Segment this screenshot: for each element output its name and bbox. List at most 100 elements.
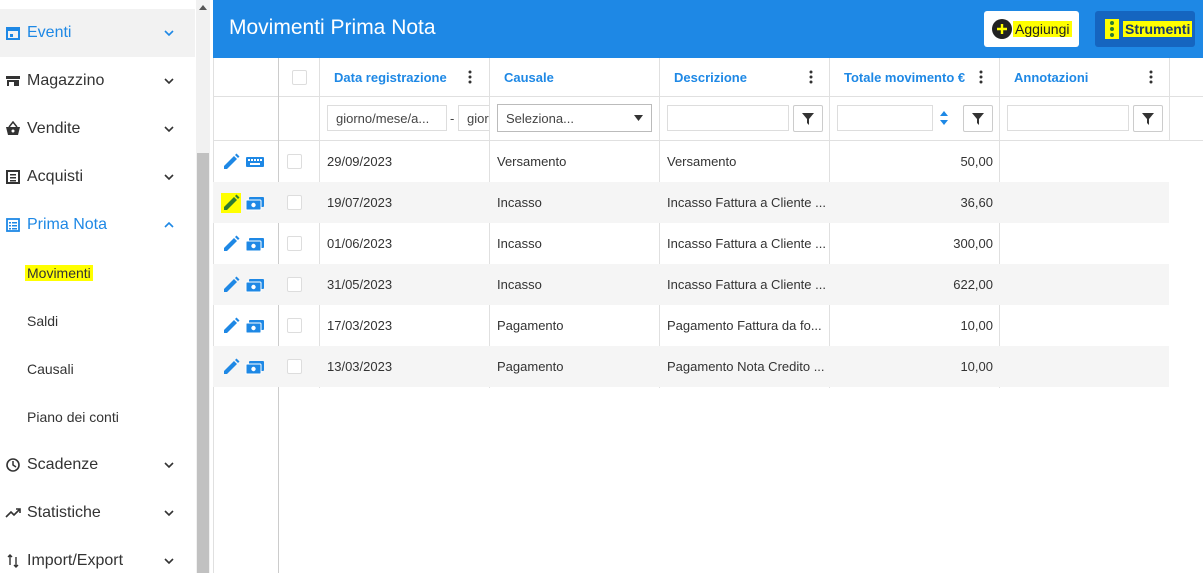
cell-totale: 622,00 — [953, 277, 993, 292]
sidebar-subitem-causali[interactable]: Causali — [0, 345, 195, 393]
payment-icon[interactable] — [245, 318, 265, 334]
column-header-label: Data registrazione — [334, 69, 447, 85]
cell-descrizione: Incasso Fattura a Cliente ... — [667, 277, 826, 292]
select-all-checkbox[interactable] — [292, 70, 307, 85]
cell-totale: 300,00 — [953, 236, 993, 251]
scroll-up-arrow-icon[interactable] — [196, 2, 210, 12]
sidebar-subitem-label: Piano dei conti — [27, 409, 119, 425]
column-menu-icon[interactable] — [979, 70, 983, 84]
totale-filter-input[interactable] — [837, 105, 933, 131]
causale-filter-select[interactable]: Seleziona... — [497, 104, 652, 132]
date-to-placeholder: gior — [467, 110, 489, 126]
filter-icon — [802, 112, 814, 125]
calendar-icon — [6, 27, 20, 40]
cell-causale: Incasso — [497, 236, 542, 251]
row-checkbox[interactable] — [287, 318, 302, 333]
table-row[interactable]: 31/05/2023 Incasso Incasso Fattura a Cli… — [213, 264, 1169, 305]
sidebar-item-label: Eventi — [27, 24, 72, 41]
sidebar-item-magazzino[interactable]: Magazzino — [0, 57, 195, 105]
number-spinner-icon[interactable] — [939, 108, 949, 128]
keyboard-icon[interactable] — [245, 154, 265, 170]
column-header-descrizione[interactable]: Descrizione — [674, 58, 824, 96]
totale-filter-button[interactable] — [963, 105, 993, 132]
filter-icon — [972, 112, 984, 125]
sidebar-subitem-movimenti[interactable]: Movimenti — [0, 249, 195, 297]
column-header-label: Descrizione — [674, 69, 747, 85]
column-menu-icon[interactable] — [809, 70, 813, 84]
cell-descrizione: Pagamento Fattura da fo... — [667, 318, 822, 333]
payment-icon[interactable] — [245, 277, 265, 293]
edit-pencil-icon[interactable] — [221, 357, 241, 377]
cell-causale: Pagamento — [497, 318, 564, 333]
date-from-filter-input[interactable]: giorno/mese/a... — [327, 105, 447, 131]
sidebar-item-scadenze[interactable]: Scadenze — [0, 441, 195, 489]
row-checkbox[interactable] — [287, 195, 302, 210]
sidebar-item-label: Prima Nota — [27, 216, 108, 233]
row-checkbox[interactable] — [287, 154, 302, 169]
column-header-date[interactable]: Data registrazione — [334, 58, 484, 96]
sidebar-subitem-piano-dei-conti[interactable]: Piano dei conti — [0, 393, 195, 441]
chevron-down-icon — [164, 126, 174, 133]
cell-descrizione: Versamento — [667, 154, 737, 169]
cell-causale: Pagamento — [497, 359, 564, 374]
chevron-up-icon — [164, 221, 174, 228]
sidebar-item-label: Vendite — [27, 120, 81, 137]
add-circle-icon — [992, 19, 1012, 39]
edit-pencil-icon[interactable] — [221, 316, 241, 336]
column-header-label: Totale movimento € — [844, 69, 966, 85]
sidebar: Eventi Magazzino Vendite Acquisti Prima … — [0, 0, 195, 573]
payment-icon[interactable] — [245, 195, 265, 211]
date-from-placeholder: giorno/mese/a... — [336, 110, 430, 126]
row-checkbox[interactable] — [287, 236, 302, 251]
sidebar-item-eventi[interactable]: Eventi — [0, 9, 195, 57]
sidebar-item-vendite[interactable]: Vendite — [0, 105, 195, 153]
annotazioni-filter-button[interactable] — [1133, 105, 1163, 132]
edit-pencil-icon[interactable] — [221, 234, 241, 254]
row-checkbox[interactable] — [287, 359, 302, 374]
sidebar-subitem-label: Saldi — [27, 313, 59, 329]
descrizione-filter-input[interactable] — [667, 105, 789, 131]
scrollbar-thumb[interactable] — [197, 153, 209, 573]
sidebar-item-acquisti[interactable]: Acquisti — [0, 153, 195, 201]
column-menu-icon[interactable] — [1149, 70, 1153, 84]
sidebar-scrollbar[interactable] — [196, 0, 210, 573]
sidebar-subitem-label: Movimenti — [25, 265, 93, 281]
date-to-filter-input[interactable]: gior — [458, 105, 489, 131]
cell-causale: Versamento — [497, 154, 567, 169]
tools-button[interactable]: Strumenti — [1095, 11, 1195, 47]
sidebar-subitem-saldi[interactable]: Saldi — [0, 297, 195, 345]
payment-icon[interactable] — [245, 359, 265, 375]
table-row[interactable]: 17/03/2023 Pagamento Pagamento Fattura d… — [213, 305, 1169, 346]
receipt-icon — [6, 170, 20, 184]
sidebar-item-prima-nota[interactable]: Prima Nota — [0, 201, 195, 249]
chevron-down-icon — [164, 78, 174, 85]
descrizione-filter-button[interactable] — [793, 105, 823, 132]
cell-descrizione: Incasso Fattura a Cliente ... — [667, 236, 826, 251]
cell-date: 19/07/2023 — [327, 195, 393, 210]
column-header-causale[interactable]: Causale — [504, 58, 654, 96]
payment-icon[interactable] — [245, 236, 265, 252]
table-row[interactable]: 01/06/2023 Incasso Incasso Fattura a Cli… — [213, 223, 1169, 264]
import-export-icon — [7, 554, 19, 568]
column-header-totale[interactable]: Totale movimento € — [844, 58, 994, 96]
column-menu-icon[interactable] — [468, 70, 472, 84]
add-button[interactable]: Aggiungi — [984, 11, 1079, 47]
sidebar-item-import-export[interactable]: Import/Export — [0, 537, 195, 585]
edit-pencil-icon[interactable] — [221, 193, 241, 213]
column-header-annotazioni[interactable]: Annotazioni — [1014, 58, 1164, 96]
table-row[interactable]: 13/03/2023 Pagamento Pagamento Nota Cred… — [213, 346, 1169, 387]
list-icon — [6, 218, 20, 232]
annotazioni-filter-input[interactable] — [1007, 105, 1129, 131]
row-checkbox[interactable] — [287, 277, 302, 292]
add-button-label: Aggiungi — [1013, 21, 1072, 37]
sidebar-item-label: Magazzino — [27, 72, 105, 89]
chevron-down-icon — [164, 174, 174, 181]
cell-descrizione: Incasso Fattura a Cliente ... — [667, 195, 826, 210]
table-row[interactable]: 19/07/2023 Incasso Incasso Fattura a Cli… — [213, 182, 1169, 223]
edit-pencil-icon[interactable] — [221, 152, 241, 172]
edit-pencil-icon[interactable] — [221, 275, 241, 295]
store-icon — [6, 76, 20, 86]
sidebar-item-statistiche[interactable]: Statistiche — [0, 489, 195, 537]
table-row[interactable]: 29/09/2023 Versamento Versamento 50,00 — [213, 141, 1169, 182]
cell-totale: 50,00 — [960, 154, 993, 169]
